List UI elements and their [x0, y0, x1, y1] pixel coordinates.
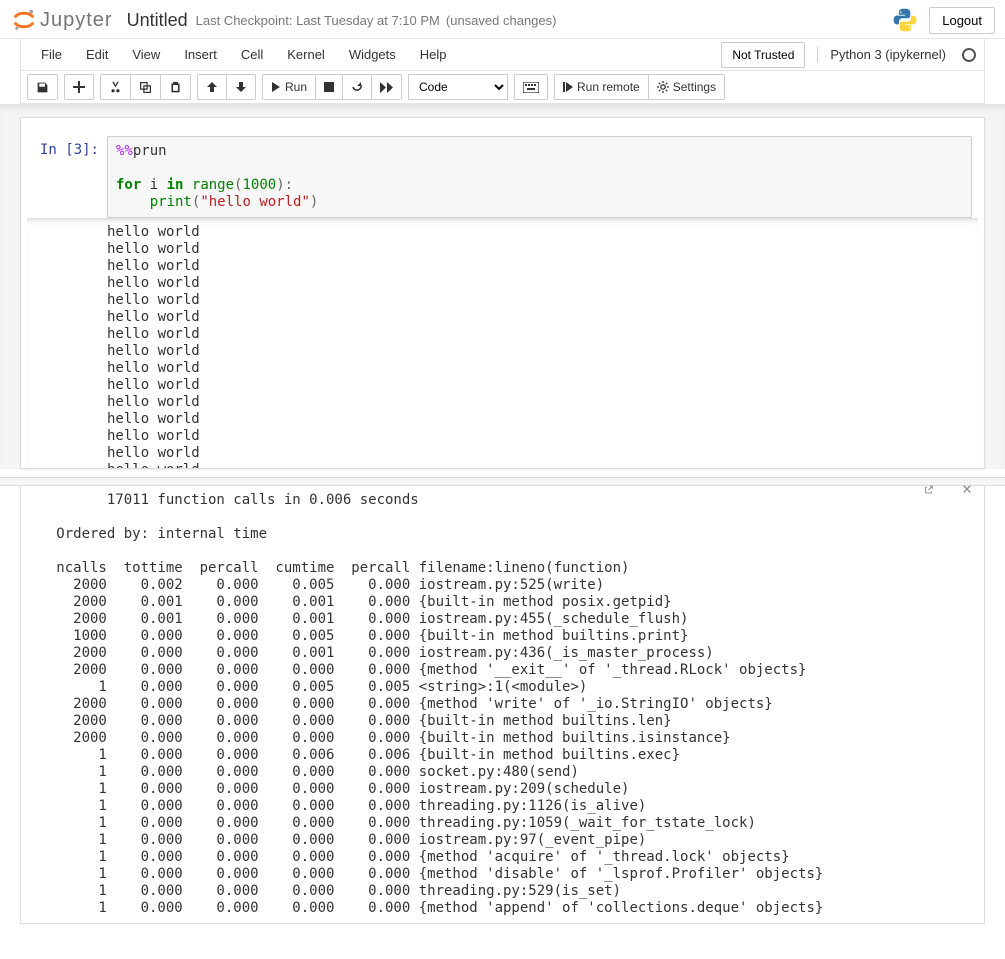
pager-resize-handle[interactable] [0, 478, 1005, 486]
run-remote-button[interactable]: Run remote [554, 74, 649, 100]
cut-button[interactable] [100, 74, 131, 100]
paste-icon [169, 81, 182, 94]
cut-icon [109, 81, 122, 94]
run-button[interactable]: Run [262, 74, 316, 100]
keyboard-icon [523, 82, 539, 93]
move-down-button[interactable] [226, 74, 256, 100]
arrow-down-icon [235, 81, 247, 93]
interrupt-button[interactable] [315, 74, 343, 100]
unsaved-indicator: (unsaved changes) [446, 13, 557, 28]
save-icon [36, 81, 49, 94]
cell-output-area[interactable]: hello world hello world hello world hell… [27, 218, 978, 468]
fast-forward-icon [380, 82, 393, 93]
run-remote-label: Run remote [577, 80, 640, 94]
arrow-up-icon [206, 81, 218, 93]
external-link-icon [925, 483, 933, 496]
command-palette-button[interactable] [514, 74, 548, 100]
menu-edit[interactable]: Edit [74, 39, 120, 70]
kernel-indicator-icon [962, 48, 976, 62]
save-button[interactable] [27, 74, 58, 100]
settings-button[interactable]: Settings [648, 74, 725, 100]
play-icon [271, 82, 281, 92]
paste-button[interactable] [160, 74, 191, 100]
header-bar: Jupyter Untitled Last Checkpoint: Last T… [0, 0, 1005, 39]
settings-label: Settings [673, 80, 716, 94]
jupyter-wordmark: Jupyter [40, 9, 113, 32]
move-up-button[interactable] [197, 74, 227, 100]
trusted-button[interactable]: Not Trusted [721, 42, 805, 68]
kernel-name[interactable]: Python 3 (ipykernel) [817, 47, 946, 62]
copy-button[interactable] [130, 74, 161, 100]
menu-insert[interactable]: Insert [172, 39, 229, 70]
close-icon [963, 483, 971, 495]
restart-button[interactable] [342, 74, 372, 100]
add-cell-button[interactable] [64, 74, 94, 100]
copy-icon [139, 81, 152, 94]
menu-file[interactable]: File [29, 39, 74, 70]
notebook-title[interactable]: Untitled [127, 10, 188, 31]
checkpoint-text: Last Checkpoint: Last Tuesday at 7:10 PM [196, 13, 440, 28]
run-button-label: Run [285, 80, 307, 94]
gear-icon [657, 81, 669, 93]
python-icon [891, 6, 919, 34]
menu-widgets[interactable]: Widgets [337, 39, 408, 70]
step-forward-icon [563, 82, 573, 92]
cell-input-area[interactable]: %%prun for i in range(1000): print("hell… [107, 136, 972, 218]
restart-run-all-button[interactable] [371, 74, 402, 100]
code-cell[interactable]: In [3]: %%prun for i in range(1000): pri… [27, 136, 978, 218]
menubar-wrap: File Edit View Insert Cell Kernel Widget… [0, 39, 1005, 105]
profiler-output: 17011 function calls in 0.006 seconds Or… [31, 492, 974, 917]
notebook-background: In [3]: %%prun for i in range(1000): pri… [0, 105, 1005, 469]
stop-icon [324, 82, 334, 92]
logout-button[interactable]: Logout [929, 7, 995, 34]
menu-kernel[interactable]: Kernel [275, 39, 337, 70]
menu-cell[interactable]: Cell [229, 39, 275, 70]
notebook-container: In [3]: %%prun for i in range(1000): pri… [20, 117, 985, 469]
pager-close-button[interactable] [957, 480, 977, 498]
pager: 17011 function calls in 0.006 seconds Or… [0, 477, 1005, 924]
menu-view[interactable]: View [120, 39, 172, 70]
plus-icon [73, 81, 85, 93]
cell-stdout: hello world hello world hello world hell… [107, 224, 978, 468]
cell-prompt: In [3]: [27, 136, 107, 218]
menu-help[interactable]: Help [408, 39, 459, 70]
toolbar: Run Code Run remote Settin [20, 70, 985, 104]
restart-icon [351, 81, 363, 93]
cell-type-select[interactable]: Code [408, 74, 508, 100]
pager-content[interactable]: 17011 function calls in 0.006 seconds Or… [20, 486, 985, 924]
jupyter-icon [12, 8, 36, 32]
menubar: File Edit View Insert Cell Kernel Widget… [20, 39, 985, 70]
pager-detach-button[interactable] [919, 480, 939, 498]
jupyter-logo[interactable]: Jupyter [12, 8, 113, 32]
